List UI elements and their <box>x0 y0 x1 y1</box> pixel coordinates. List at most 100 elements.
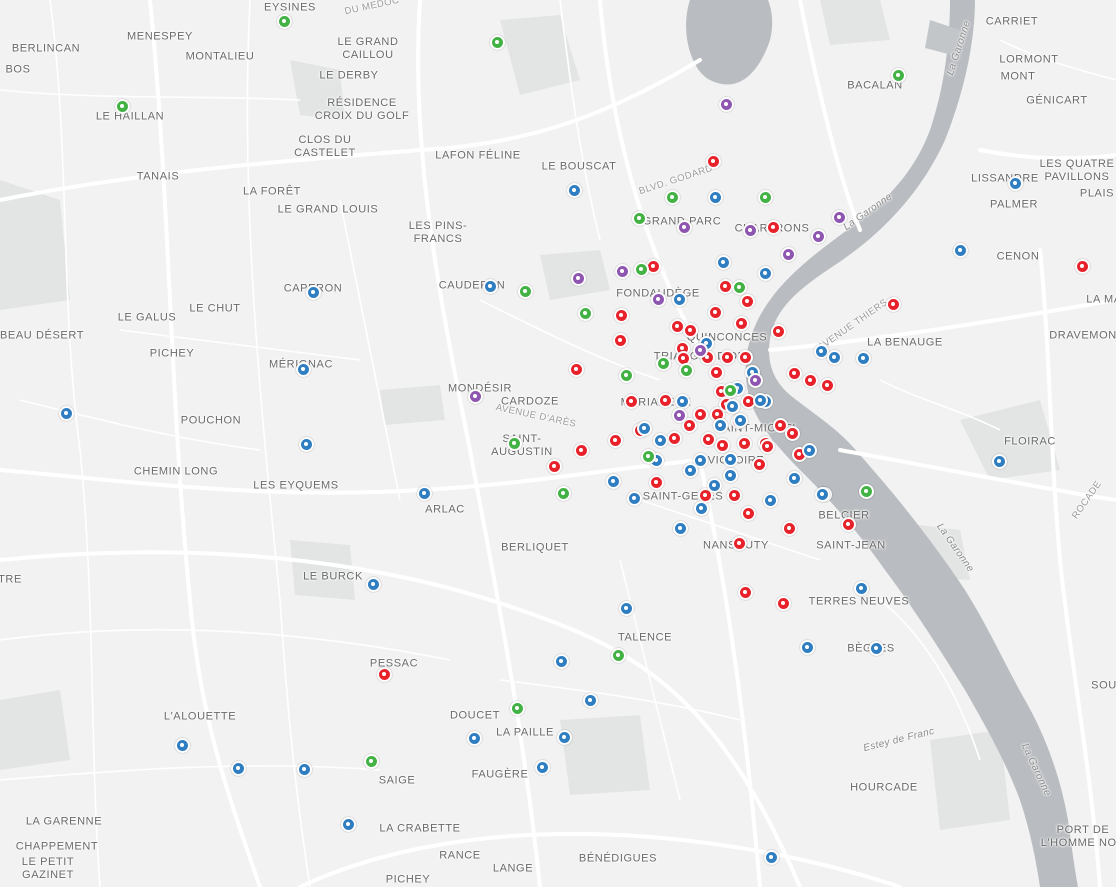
blue-map-marker[interactable] <box>826 349 842 365</box>
blue-map-marker[interactable] <box>1007 175 1023 191</box>
blue-map-marker[interactable] <box>724 398 740 414</box>
red-map-marker[interactable] <box>737 349 753 365</box>
red-map-marker[interactable] <box>708 364 724 380</box>
blue-map-marker[interactable] <box>868 640 884 656</box>
red-map-marker[interactable] <box>840 516 856 532</box>
red-map-marker[interactable] <box>819 377 835 393</box>
blue-map-marker[interactable] <box>855 350 871 366</box>
blue-map-marker[interactable] <box>991 453 1007 469</box>
red-map-marker[interactable] <box>705 153 721 169</box>
red-map-marker[interactable] <box>568 361 584 377</box>
blue-map-marker[interactable] <box>707 189 723 205</box>
red-map-marker[interactable] <box>775 595 791 611</box>
red-map-marker[interactable] <box>546 458 562 474</box>
blue-map-marker[interactable] <box>763 849 779 865</box>
blue-map-marker[interactable] <box>814 486 830 502</box>
red-map-marker[interactable] <box>802 372 818 388</box>
blue-map-marker[interactable] <box>674 393 690 409</box>
blue-map-marker[interactable] <box>58 405 74 421</box>
blue-map-marker[interactable] <box>556 729 572 745</box>
purple-map-marker[interactable] <box>671 407 687 423</box>
red-map-marker[interactable] <box>607 432 623 448</box>
red-map-marker[interactable] <box>719 349 735 365</box>
green-map-marker[interactable] <box>618 367 634 383</box>
red-map-marker[interactable] <box>737 584 753 600</box>
blue-map-marker[interactable] <box>482 278 498 294</box>
purple-map-marker[interactable] <box>780 246 796 262</box>
red-map-marker[interactable] <box>739 293 755 309</box>
blue-map-marker[interactable] <box>732 412 748 428</box>
blue-map-marker[interactable] <box>799 639 815 655</box>
red-map-marker[interactable] <box>717 278 733 294</box>
green-map-marker[interactable] <box>731 279 747 295</box>
red-map-marker[interactable] <box>1074 258 1090 274</box>
purple-map-marker[interactable] <box>810 228 826 244</box>
purple-map-marker[interactable] <box>692 342 708 358</box>
green-map-marker[interactable] <box>890 67 906 83</box>
blue-map-marker[interactable] <box>566 182 582 198</box>
red-map-marker[interactable] <box>573 442 589 458</box>
red-map-marker[interactable] <box>731 535 747 551</box>
blue-map-marker[interactable] <box>340 816 356 832</box>
purple-map-marker[interactable] <box>747 372 763 388</box>
red-map-marker[interactable] <box>648 474 664 490</box>
purple-map-marker[interactable] <box>614 263 630 279</box>
red-map-marker[interactable] <box>770 323 786 339</box>
green-map-marker[interactable] <box>633 261 649 277</box>
blue-map-marker[interactable] <box>706 477 722 493</box>
purple-map-marker[interactable] <box>831 209 847 225</box>
green-map-marker[interactable] <box>555 485 571 501</box>
red-map-marker[interactable] <box>613 307 629 323</box>
green-map-marker[interactable] <box>363 753 379 769</box>
green-map-marker[interactable] <box>722 382 738 398</box>
green-map-marker[interactable] <box>276 13 292 29</box>
red-map-marker[interactable] <box>714 437 730 453</box>
green-map-marker[interactable] <box>610 647 626 663</box>
blue-map-marker[interactable] <box>682 462 698 478</box>
purple-map-marker[interactable] <box>650 291 666 307</box>
blue-map-marker[interactable] <box>853 580 869 596</box>
blue-map-marker[interactable] <box>722 467 738 483</box>
blue-map-marker[interactable] <box>466 730 482 746</box>
purple-map-marker[interactable] <box>742 222 758 238</box>
blue-map-marker[interactable] <box>626 490 642 506</box>
purple-map-marker[interactable] <box>718 96 734 112</box>
red-map-marker[interactable] <box>692 406 708 422</box>
red-map-marker[interactable] <box>765 219 781 235</box>
blue-map-marker[interactable] <box>174 737 190 753</box>
green-map-marker[interactable] <box>114 98 130 114</box>
red-map-marker[interactable] <box>885 296 901 312</box>
blue-map-marker[interactable] <box>801 442 817 458</box>
red-map-marker[interactable] <box>666 430 682 446</box>
blue-map-marker[interactable] <box>305 284 321 300</box>
red-map-marker[interactable] <box>759 438 775 454</box>
green-map-marker[interactable] <box>577 305 593 321</box>
blue-map-marker[interactable] <box>534 759 550 775</box>
green-map-marker[interactable] <box>664 189 680 205</box>
blue-map-marker[interactable] <box>693 500 709 516</box>
green-map-marker[interactable] <box>678 362 694 378</box>
red-map-marker[interactable] <box>740 505 756 521</box>
blue-map-marker[interactable] <box>752 392 768 408</box>
blue-map-marker[interactable] <box>712 417 728 433</box>
blue-map-marker[interactable] <box>295 361 311 377</box>
purple-map-marker[interactable] <box>676 219 692 235</box>
green-map-marker[interactable] <box>655 355 671 371</box>
green-map-marker[interactable] <box>506 435 522 451</box>
red-map-marker[interactable] <box>376 666 392 682</box>
blue-map-marker[interactable] <box>618 600 634 616</box>
blue-map-marker[interactable] <box>652 432 668 448</box>
red-map-marker[interactable] <box>733 315 749 331</box>
map-view[interactable]: EYSINES DU MEDOC BERLINCAN BOS MENESPEY MONTA… <box>0 0 1116 887</box>
blue-map-marker[interactable] <box>636 420 652 436</box>
red-map-marker[interactable] <box>612 332 628 348</box>
blue-map-marker[interactable] <box>230 760 246 776</box>
green-map-marker[interactable] <box>640 448 656 464</box>
blue-map-marker[interactable] <box>553 653 569 669</box>
purple-map-marker[interactable] <box>467 388 483 404</box>
red-map-marker[interactable] <box>657 392 673 408</box>
red-map-marker[interactable] <box>736 435 752 451</box>
green-map-marker[interactable] <box>517 283 533 299</box>
blue-map-marker[interactable] <box>296 761 312 777</box>
green-map-marker[interactable] <box>631 210 647 226</box>
